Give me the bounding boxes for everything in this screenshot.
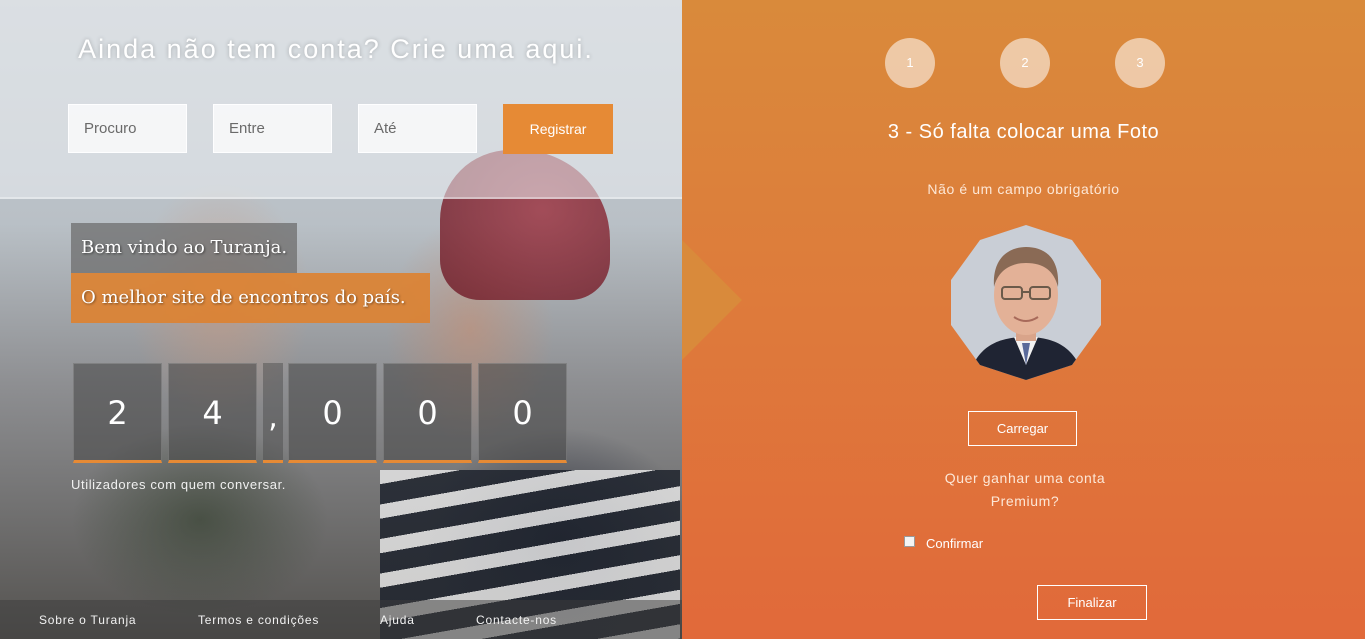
premium-question-line1: Quer ganhar uma conta <box>944 470 1106 486</box>
panel-arrow <box>682 240 742 360</box>
profile-photo-icon <box>951 225 1101 380</box>
step-1-indicator[interactable]: 1 <box>885 38 935 88</box>
avatar <box>948 225 1104 380</box>
step-subtitle: Não é um campo obrigatório <box>927 181 1120 197</box>
footer-link-sobre[interactable]: Sobre o Turanja <box>39 613 136 627</box>
finish-button[interactable]: Finalizar <box>1037 585 1147 620</box>
confirm-checkbox[interactable] <box>904 536 915 547</box>
counter-digit: 0 <box>478 363 567 463</box>
counter-digit: 4 <box>168 363 257 463</box>
welcome-tagline: O melhor site de encontros do país. <box>71 273 430 323</box>
counter-separator: , <box>263 363 283 463</box>
footer-link-ajuda[interactable]: Ajuda <box>380 613 415 627</box>
hero-panel: Ainda não tem conta? Crie uma aqui. Regi… <box>0 0 682 639</box>
step-3-indicator[interactable]: 3 <box>1115 38 1165 88</box>
signup-band <box>0 0 682 199</box>
ate-field[interactable] <box>358 104 477 153</box>
counter-digit: 0 <box>288 363 377 463</box>
counter-caption: Utilizadores com quem conversar. <box>71 477 286 492</box>
counter-digit: 2 <box>73 363 162 463</box>
footer: Sobre o Turanja Termos e condições Ajuda… <box>0 600 682 639</box>
welcome-heading: Bem vindo ao Turanja. <box>71 223 298 273</box>
entre-field[interactable] <box>213 104 332 153</box>
confirm-label[interactable]: Confirmar <box>926 536 983 551</box>
step-title: 3 - Só falta colocar uma Foto <box>887 121 1160 143</box>
premium-question-line2: Premium? <box>990 493 1060 509</box>
counter-digit: 0 <box>383 363 472 463</box>
upload-button[interactable]: Carregar <box>968 411 1077 446</box>
procuro-field[interactable] <box>68 104 187 153</box>
premium-question: Quer ganhar uma conta Premium? <box>930 467 1120 513</box>
footer-link-contacte[interactable]: Contacte-nos <box>476 613 557 627</box>
signup-title: Ainda não tem conta? Crie uma aqui. <box>78 34 594 64</box>
step-2-indicator[interactable]: 2 <box>1000 38 1050 88</box>
footer-link-termos[interactable]: Termos e condições <box>198 613 319 627</box>
register-button[interactable]: Registrar <box>503 104 613 154</box>
